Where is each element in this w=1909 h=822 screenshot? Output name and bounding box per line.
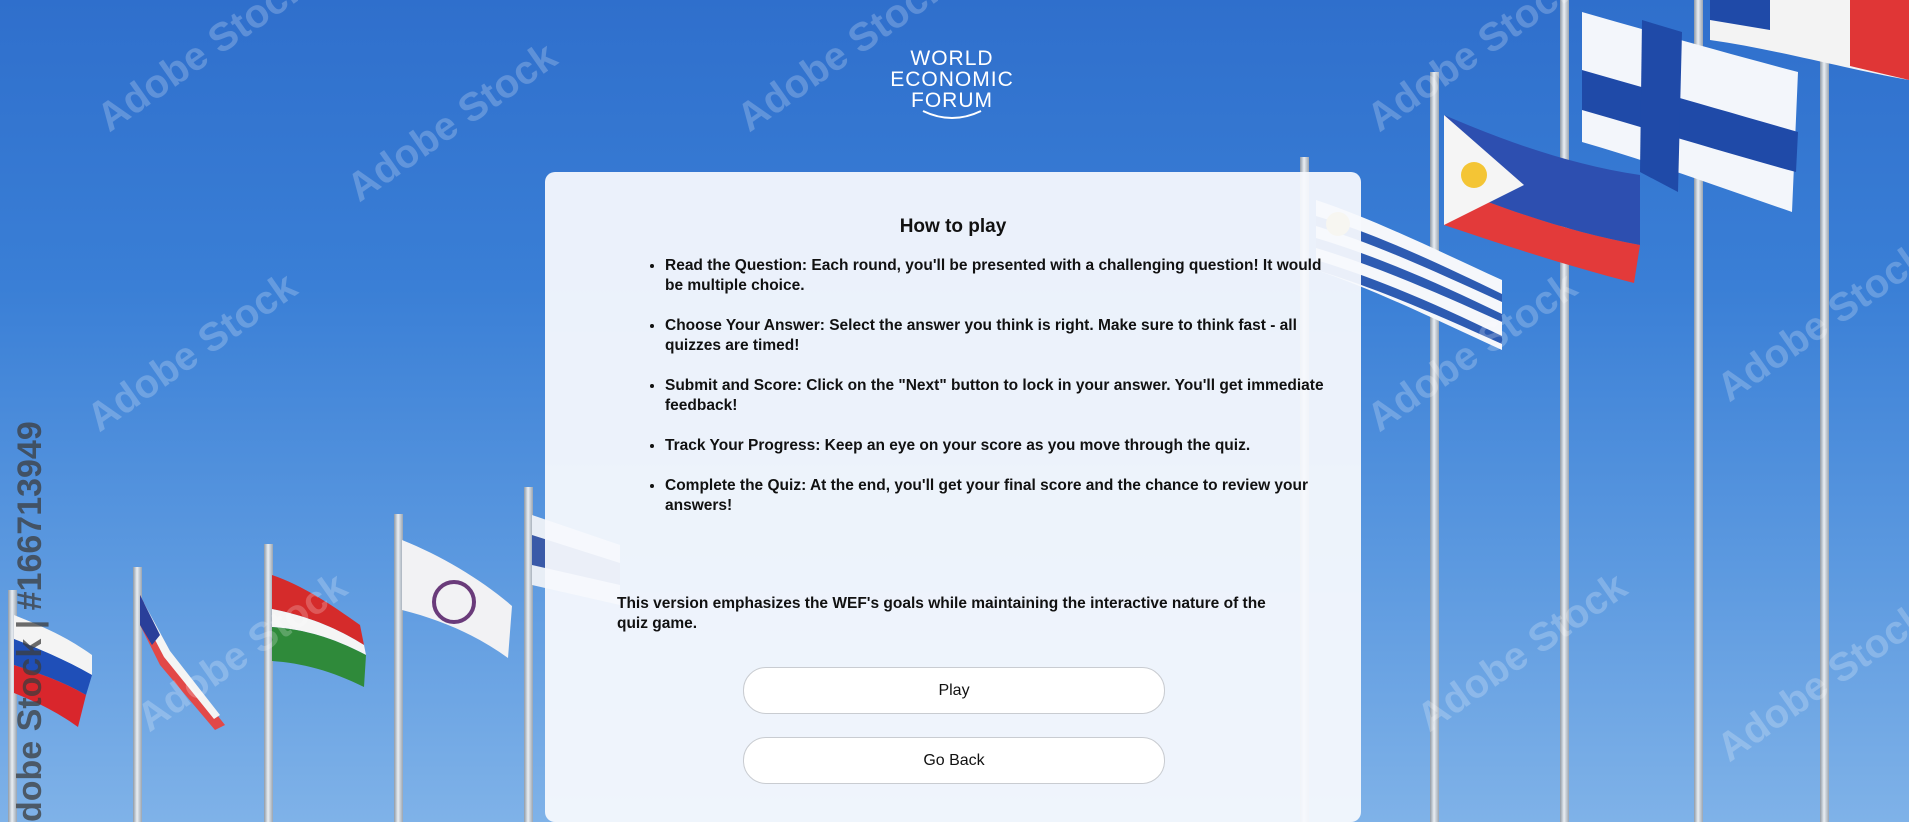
flag-olympic-white bbox=[402, 540, 512, 658]
logo-line-2: ECONOMIC bbox=[890, 68, 1014, 91]
wef-logo: WORLD ECONOMIC FORUM bbox=[880, 48, 1024, 121]
rule-item: Complete the Quiz: At the end, you'll ge… bbox=[665, 476, 1335, 516]
watermark: Adobe Stock bbox=[339, 33, 565, 211]
rule-item: Track Your Progress: Keep an eye on your… bbox=[665, 436, 1335, 456]
watermark: Adobe Stock bbox=[79, 263, 305, 441]
watermark: Adobe Stock bbox=[89, 0, 315, 141]
rules-list: Read the Question: Each round, you'll be… bbox=[617, 256, 1335, 536]
version-note: This version emphasizes the WEF's goals … bbox=[617, 595, 1266, 632]
rule-item: Submit and Score: Click on the "Next" bu… bbox=[665, 376, 1335, 416]
logo-line-1: WORLD bbox=[910, 47, 994, 70]
go-back-button[interactable]: Go Back bbox=[743, 737, 1165, 784]
stock-id-label: dobe Stock | #166713949 bbox=[11, 421, 49, 822]
watermark: Adobe Stock bbox=[1709, 593, 1909, 771]
watermark: Adobe Stock bbox=[1709, 233, 1909, 411]
flag-red-white bbox=[1710, 0, 1909, 80]
logo-line-3: FORUM bbox=[911, 89, 993, 112]
card-title: How to play bbox=[899, 216, 1007, 237]
how-to-play-card: How to play Read the Question: Each roun… bbox=[545, 172, 1361, 822]
watermark: Adobe Stock bbox=[1409, 563, 1635, 741]
rule-item: Read the Question: Each round, you'll be… bbox=[665, 256, 1335, 296]
rule-item: Choose Your Answer: Select the answer yo… bbox=[665, 316, 1335, 356]
play-button[interactable]: Play bbox=[743, 667, 1165, 714]
